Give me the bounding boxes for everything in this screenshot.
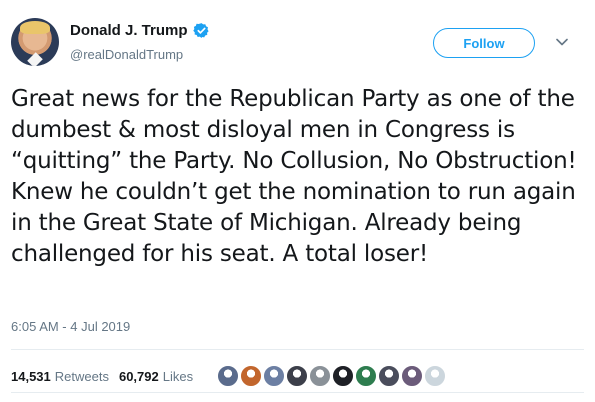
liker-avatar-icon[interactable] bbox=[355, 365, 378, 387]
avatar-hair bbox=[20, 21, 50, 34]
likers-avatar-list bbox=[217, 365, 447, 387]
follow-button[interactable]: Follow bbox=[433, 28, 535, 58]
tweet-stats: 14,531 Retweets 60,792 Likes bbox=[11, 365, 447, 387]
liker-avatar-icon[interactable] bbox=[401, 365, 424, 387]
author-handle[interactable]: @realDonaldTrump bbox=[70, 47, 183, 62]
tweet-timestamp[interactable]: 6:05 AM - 4 Jul 2019 bbox=[11, 319, 130, 334]
likes-stat[interactable]: 60,792 Likes bbox=[119, 369, 193, 384]
liker-avatar-icon[interactable] bbox=[263, 365, 286, 387]
likes-count: 60,792 bbox=[118, 368, 159, 384]
stats-divider-top bbox=[11, 349, 584, 350]
liker-avatar-icon[interactable] bbox=[378, 365, 401, 387]
author-name-row: Donald J. Trump bbox=[70, 22, 210, 39]
liker-avatar-icon[interactable] bbox=[424, 365, 447, 387]
stats-divider-bottom bbox=[11, 392, 584, 393]
liker-avatar-icon[interactable] bbox=[309, 365, 332, 387]
author-display-name[interactable]: Donald J. Trump bbox=[70, 22, 188, 39]
retweets-count: 14,531 bbox=[11, 368, 51, 384]
liker-avatar-icon[interactable] bbox=[217, 365, 240, 387]
likes-label: Likes bbox=[162, 368, 194, 384]
liker-avatar-icon[interactable] bbox=[286, 365, 309, 387]
author-avatar[interactable] bbox=[11, 18, 59, 66]
chevron-down-icon[interactable] bbox=[556, 38, 568, 46]
verified-badge-icon bbox=[192, 23, 209, 38]
liker-avatar-icon[interactable] bbox=[240, 365, 263, 387]
retweets-label: Retweets bbox=[54, 368, 109, 384]
retweets-stat[interactable]: 14,531 Retweets bbox=[11, 369, 109, 384]
liker-avatar-icon[interactable] bbox=[332, 365, 355, 387]
tweet-text: Great news for the Republican Party as o… bbox=[11, 86, 577, 267]
avatar-shirt bbox=[27, 52, 43, 66]
